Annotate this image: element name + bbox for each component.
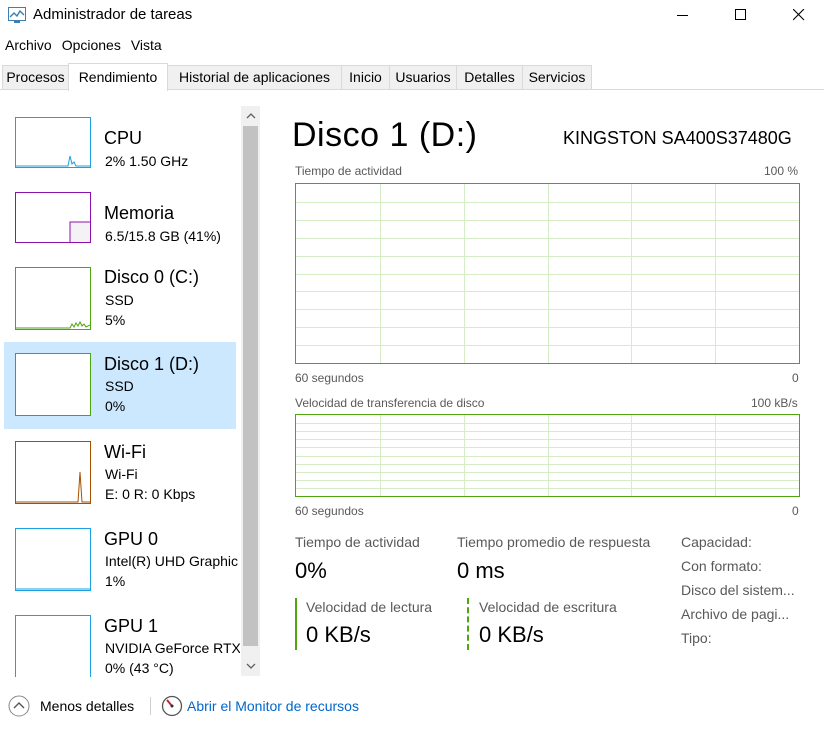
- tab-bar: Procesos Rendimiento Historial de aplica…: [0, 63, 824, 91]
- sidebar-item-detail: Intel(R) UHD Graphic: [105, 553, 239, 569]
- scroll-up-button[interactable]: [241, 107, 260, 124]
- tab-detalles[interactable]: Detalles: [456, 65, 523, 89]
- chevron-down-icon: [246, 663, 255, 669]
- resource-monitor-icon[interactable]: [161, 695, 183, 722]
- active-time-value: 0%: [295, 558, 327, 583]
- read-speed-legend-line: [295, 598, 297, 650]
- chevron-up-circle-icon[interactable]: [8, 695, 30, 722]
- memory-thumbnail-graph: [15, 192, 91, 243]
- sidebar-item-gpu-1[interactable]: GPU 1 NVIDIA GeForce RTX 0% (43 °C): [4, 607, 240, 677]
- sidebar-item-detail: Wi-Fi: [105, 466, 138, 482]
- less-details-button[interactable]: Menos detalles: [40, 698, 134, 714]
- menu-opciones[interactable]: Opciones: [57, 34, 126, 56]
- prop-con-formato: Con formato:: [681, 558, 762, 574]
- chevron-up-icon: [246, 112, 255, 118]
- graph-activity-max: 100 %: [764, 164, 799, 178]
- active-time-label: Tiempo de actividad: [295, 534, 420, 550]
- sidebar-item-label: CPU: [104, 128, 143, 148]
- wifi-thumbnail-graph: [15, 441, 91, 504]
- sidebar-item-disco-0[interactable]: Disco 0 (C:) SSD 5%: [4, 258, 236, 345]
- prop-archivo-paginacion: Archivo de pagi...: [681, 606, 790, 622]
- sidebar-item-detail: 1%: [105, 573, 126, 589]
- read-speed-value: 0 KB/s: [306, 622, 371, 647]
- prop-tipo: Tipo:: [681, 630, 712, 646]
- minimize-button[interactable]: [660, 0, 706, 30]
- sidebar-item-wifi[interactable]: Wi-Fi Wi-Fi E: 0 R: 0 Kbps: [4, 433, 236, 520]
- sidebar-item-detail: 2% 1.50 GHz: [105, 153, 189, 169]
- sidebar-item-detail: 0% (43 °C): [105, 660, 174, 676]
- sidebar-item-label: Disco 1 (D:): [104, 354, 200, 374]
- title-bar: Administrador de tareas: [0, 0, 824, 32]
- disk1-thumbnail-graph: [15, 353, 91, 416]
- close-button[interactable]: [776, 0, 822, 30]
- sidebar-item-label: GPU 0: [104, 529, 159, 549]
- sidebar-item-detail: E: 0 R: 0 Kbps: [105, 486, 196, 502]
- minimize-icon: [677, 15, 688, 16]
- transfer-rate-graph: [295, 414, 800, 497]
- sidebar-item-detail: SSD: [105, 292, 134, 308]
- task-manager-icon: [8, 7, 26, 23]
- menu-bar: Archivo Opciones Vista: [0, 34, 167, 56]
- page-title: Disco 1 (D:): [292, 116, 478, 154]
- gpu1-thumbnail-graph: [15, 615, 91, 677]
- graph-activity-timespan: 60 segundos: [295, 371, 364, 385]
- write-speed-value: 0 KB/s: [479, 622, 544, 647]
- window-title: Administrador de tareas: [33, 6, 193, 23]
- tab-usuarios[interactable]: Usuarios: [389, 65, 457, 89]
- sidebar-item-detail: 6.5/15.8 GB (41%): [105, 228, 221, 244]
- tab-procesos[interactable]: Procesos: [2, 65, 69, 89]
- prop-disco-sistema: Disco del sistem...: [681, 582, 795, 598]
- tab-inicio[interactable]: Inicio: [341, 65, 390, 89]
- sidebar-item-detail: 5%: [105, 312, 126, 328]
- sidebar-item-cpu[interactable]: CPU 2% 1.50 GHz: [4, 108, 236, 195]
- graph-transfer-max: 100 kB/s: [751, 396, 798, 410]
- cpu-thumbnail-graph: [15, 117, 91, 168]
- sidebar-item-label: Wi-Fi: [104, 442, 146, 462]
- graph-activity-min: 0: [792, 371, 799, 385]
- sidebar-item-detail: NVIDIA GeForce RTX: [105, 640, 240, 656]
- prop-capacidad: Capacidad:: [681, 534, 752, 550]
- tab-rendimiento[interactable]: Rendimiento: [68, 63, 168, 91]
- disk0-thumbnail-graph: [15, 267, 91, 330]
- scroll-thumb[interactable]: [243, 126, 258, 646]
- tab-historial-aplicaciones[interactable]: Historial de aplicaciones: [167, 65, 342, 89]
- response-time-value: 0 ms: [457, 558, 505, 583]
- scroll-down-button[interactable]: [241, 657, 260, 674]
- graph-transfer-min: 0: [792, 504, 799, 518]
- graph-transfer-timespan: 60 segundos: [295, 504, 364, 518]
- maximize-icon: [735, 9, 746, 20]
- menu-vista[interactable]: Vista: [126, 34, 167, 56]
- activity-graph: [295, 183, 800, 364]
- footer-divider: [150, 697, 151, 715]
- gpu0-thumbnail-graph: [15, 528, 91, 591]
- sidebar-item-label: GPU 1: [104, 616, 159, 636]
- graph-transfer-label: Velocidad de transferencia de disco: [295, 396, 485, 410]
- sidebar-item-label: Disco 0 (C:): [104, 267, 200, 287]
- sidebar-item-gpu-0[interactable]: GPU 0 Intel(R) UHD Graphic 1%: [4, 520, 239, 607]
- menu-archivo[interactable]: Archivo: [0, 34, 57, 56]
- maximize-button[interactable]: [718, 0, 764, 30]
- sidebar-item-memoria[interactable]: Memoria 6.5/15.8 GB (41%): [4, 183, 236, 270]
- resource-list: CPU 2% 1.50 GHz Memoria 6.5/15.8 GB (41%…: [0, 97, 240, 677]
- tab-servicios[interactable]: Servicios: [522, 65, 592, 89]
- write-speed-legend-line: [467, 598, 469, 650]
- graph-activity-label: Tiempo de actividad: [295, 164, 402, 178]
- write-speed-label: Velocidad de escritura: [479, 599, 617, 615]
- sidebar-item-detail: 0%: [105, 398, 126, 414]
- device-model: KINGSTON SA400S37480G: [563, 128, 792, 148]
- sidebar-scrollbar[interactable]: [241, 106, 260, 676]
- response-time-label: Tiempo promedio de respuesta: [457, 534, 651, 550]
- sidebar-item-detail: SSD: [105, 378, 134, 394]
- resource-monitor-link[interactable]: Abrir el Monitor de recursos: [187, 698, 359, 714]
- sidebar-item-disco-1[interactable]: Disco 1 (D:) SSD 0%: [4, 342, 236, 429]
- close-icon: [793, 9, 805, 21]
- sidebar-item-label: Memoria: [104, 203, 175, 223]
- read-speed-label: Velocidad de lectura: [306, 599, 433, 615]
